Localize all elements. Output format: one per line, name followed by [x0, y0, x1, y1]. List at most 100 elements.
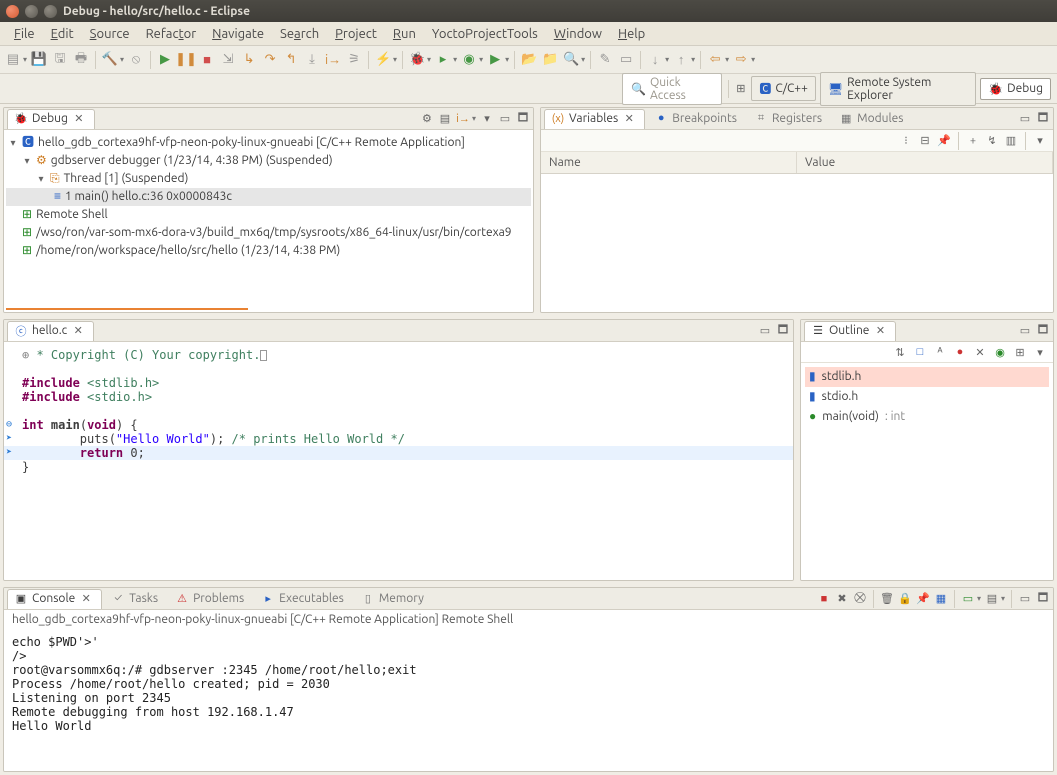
- toggle-mark-icon[interactable]: ✎: [596, 51, 614, 69]
- scroll-lock-icon[interactable]: 🔒: [898, 592, 912, 606]
- outline-item-stdio[interactable]: ▮stdio.h: [805, 387, 1049, 407]
- terminate-console-icon[interactable]: ■: [817, 592, 831, 606]
- close-window-icon[interactable]: [6, 5, 19, 18]
- maximize-view-icon[interactable]: 🗖: [1036, 324, 1050, 338]
- tab-memory[interactable]: ▯Memory: [355, 589, 432, 608]
- tab-problems[interactable]: ⚠Problems: [169, 589, 252, 608]
- link-editor-icon[interactable]: ◉: [993, 345, 1007, 359]
- clear-console-icon[interactable]: 🗑: [880, 592, 894, 606]
- use-step-filters-icon[interactable]: ⚞: [345, 51, 363, 69]
- view-menu-icon[interactable]: ▾: [1033, 345, 1047, 359]
- next-annotation-icon[interactable]: ↓: [646, 51, 664, 69]
- group-icon[interactable]: ⊞: [1013, 345, 1027, 359]
- collapse-icon[interactable]: ⊟: [918, 134, 932, 148]
- tab-executables[interactable]: ▸Executables: [255, 589, 352, 608]
- suspend-icon[interactable]: ❚❚: [177, 51, 195, 69]
- col-name[interactable]: Name: [541, 152, 797, 173]
- step-return-icon[interactable]: ↰: [282, 51, 300, 69]
- resume-icon[interactable]: ▶: [156, 51, 174, 69]
- step-into-icon[interactable]: ↳: [240, 51, 258, 69]
- perspective-debug[interactable]: 🐞 Debug: [980, 78, 1051, 100]
- perspective-remote[interactable]: 🖥 Remote System Explorer: [820, 72, 976, 106]
- col-value[interactable]: Value: [797, 152, 1053, 173]
- open-task-icon[interactable]: 📁: [541, 51, 559, 69]
- menu-source[interactable]: Source: [82, 27, 138, 41]
- maximize-view-icon[interactable]: 🗖: [1036, 592, 1050, 606]
- tab-variables[interactable]: (x) Variables ✕: [544, 109, 645, 129]
- fold-icon[interactable]: ⊖: [6, 418, 12, 432]
- new-connection-icon[interactable]: ⚡: [374, 51, 392, 69]
- console-output[interactable]: echo $PWD'>' /> root@varsommx6q:/# gdbse…: [4, 629, 1053, 739]
- minimize-view-icon[interactable]: ▭: [1018, 592, 1032, 606]
- outline-tree[interactable]: ▮stdlib.h ▮stdio.h ●main(void): int: [801, 363, 1053, 431]
- open-perspective-icon[interactable]: ⊞: [734, 82, 747, 96]
- minimize-editor-icon[interactable]: ▭: [758, 324, 772, 338]
- instruction-step-icon[interactable]: i→: [324, 51, 342, 69]
- debug-tree[interactable]: ▾🅲hello_gdb_cortexa9hf-vfp-neon-poky-lin…: [4, 130, 533, 264]
- editor-body[interactable]: ⊕ * Copyright (C) Your copyright. #inclu…: [4, 342, 793, 580]
- forward-icon[interactable]: ⇨: [732, 51, 750, 69]
- minimize-window-icon[interactable]: [25, 5, 38, 18]
- close-tab-icon[interactable]: ✕: [622, 112, 636, 126]
- tab-registers[interactable]: ⌗ Registers: [748, 109, 830, 128]
- view-menu-icon[interactable]: ▾: [480, 112, 494, 126]
- external-tools-icon[interactable]: ▶: [486, 51, 504, 69]
- toggle-block-icon[interactable]: ▭: [617, 51, 635, 69]
- show-type-icon[interactable]: ⁝: [899, 134, 913, 148]
- filter-static-icon[interactable]: ᴬ: [933, 345, 947, 359]
- maximize-view-icon[interactable]: 🗖: [516, 112, 530, 126]
- cast-icon[interactable]: ↯: [985, 134, 999, 148]
- layout-icon[interactable]: ▥: [1004, 134, 1018, 148]
- menu-window[interactable]: Window: [546, 27, 610, 41]
- remove-launch-icon[interactable]: ✖: [835, 592, 849, 606]
- profile-icon[interactable]: ◉: [460, 51, 478, 69]
- menu-project[interactable]: Project: [327, 27, 385, 41]
- step-over-icon[interactable]: ↷: [261, 51, 279, 69]
- step-mode-icon[interactable]: i→: [456, 112, 470, 126]
- remove-all-icon[interactable]: ⛒: [853, 592, 867, 606]
- menu-navigate[interactable]: Navigate: [204, 27, 272, 41]
- disconnect-icon[interactable]: ⇲: [219, 51, 237, 69]
- close-tab-icon[interactable]: ✕: [873, 324, 887, 338]
- perspective-ccpp[interactable]: 🅲 C/C++: [751, 76, 816, 101]
- minimize-view-icon[interactable]: ▭: [1018, 112, 1032, 126]
- filter-fields-icon[interactable]: □: [913, 345, 927, 359]
- save-all-icon[interactable]: 🖫: [51, 51, 69, 69]
- pin-console-icon[interactable]: 📌: [916, 592, 930, 606]
- build-icon[interactable]: 🔨: [101, 51, 119, 69]
- menu-refactor[interactable]: Refactor: [138, 27, 205, 41]
- tab-breakpoints[interactable]: ● Breakpoints: [648, 109, 745, 128]
- tab-hello-c[interactable]: ⓒ hello.c ✕: [7, 321, 94, 341]
- show-console-icon[interactable]: ▦: [934, 592, 948, 606]
- outline-item-main[interactable]: ●main(void): int: [805, 407, 1049, 427]
- menu-yocto[interactable]: YoctoProjectTools: [424, 27, 546, 41]
- sort-icon[interactable]: ⇅: [893, 345, 907, 359]
- new-icon[interactable]: ▤: [4, 51, 22, 69]
- open-console-icon[interactable]: ▤: [985, 592, 999, 606]
- pin-icon[interactable]: 📌: [937, 134, 951, 148]
- save-icon[interactable]: 💾: [30, 51, 48, 69]
- filter-inactive-icon[interactable]: ✕: [973, 345, 987, 359]
- outline-item-stdlib[interactable]: ▮stdlib.h: [805, 367, 1049, 387]
- menu-file[interactable]: File: [6, 27, 43, 41]
- minimize-view-icon[interactable]: ▭: [1018, 324, 1032, 338]
- prev-annotation-icon[interactable]: ↑: [672, 51, 690, 69]
- menu-help[interactable]: Help: [610, 27, 653, 41]
- add-watch-icon[interactable]: +: [966, 134, 980, 148]
- maximize-window-icon[interactable]: [44, 5, 57, 18]
- run-last-icon[interactable]: ▸: [434, 51, 452, 69]
- open-type-icon[interactable]: 📂: [520, 51, 538, 69]
- display-selected-icon[interactable]: ▭: [961, 592, 975, 606]
- terminate-icon[interactable]: ■: [198, 51, 216, 69]
- close-tab-icon[interactable]: ✕: [72, 112, 86, 126]
- skip-breakpoints-icon[interactable]: ⦸: [127, 51, 145, 69]
- tab-modules[interactable]: ▦ Modules: [833, 109, 911, 128]
- filter-nonpublic-icon[interactable]: ●: [953, 345, 967, 359]
- tab-tasks[interactable]: ✓Tasks: [105, 589, 166, 608]
- back-icon[interactable]: ⇦: [706, 51, 724, 69]
- maximize-view-icon[interactable]: 🗖: [1036, 112, 1050, 126]
- drop-to-frame-icon[interactable]: ⤓: [303, 51, 321, 69]
- close-tab-icon[interactable]: ✕: [79, 592, 93, 606]
- tab-debug[interactable]: 🐞 Debug ✕: [7, 109, 95, 129]
- tab-console[interactable]: ▣ Console ✕: [7, 589, 102, 609]
